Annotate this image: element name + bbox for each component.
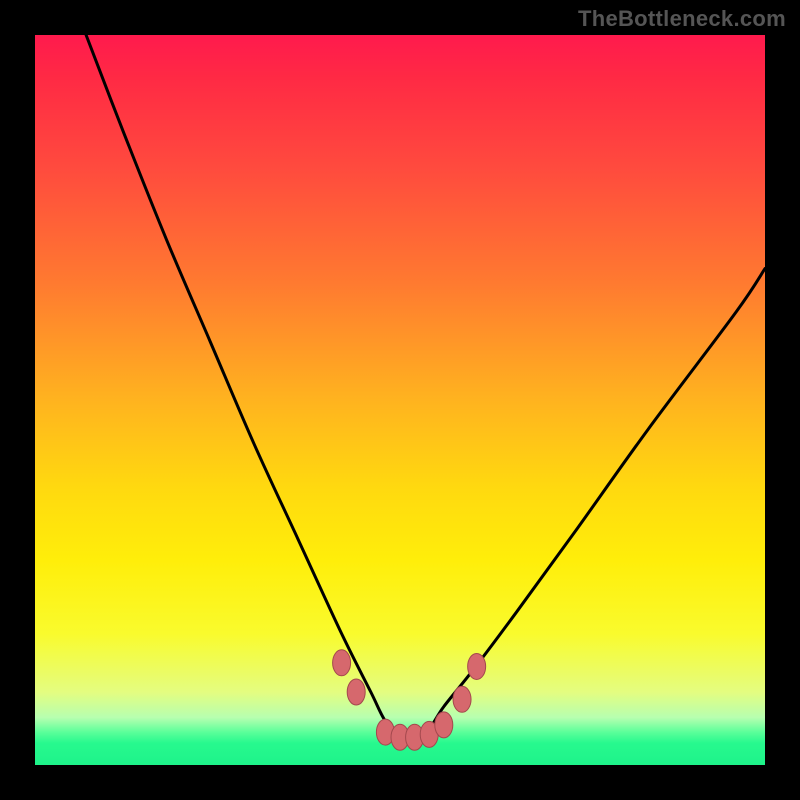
right-marker-lower	[453, 686, 471, 712]
left-marker-lower	[347, 679, 365, 705]
left-marker-upper	[333, 650, 351, 676]
bottleneck-curve	[86, 35, 765, 737]
chart-frame: TheBottleneck.com	[0, 0, 800, 800]
curve-svg	[35, 35, 765, 765]
watermark-text: TheBottleneck.com	[578, 6, 786, 32]
bottom-marker-5	[435, 712, 453, 738]
right-marker-upper	[468, 653, 486, 679]
bottleneck-curve-path	[86, 35, 765, 737]
plot-area	[35, 35, 765, 765]
